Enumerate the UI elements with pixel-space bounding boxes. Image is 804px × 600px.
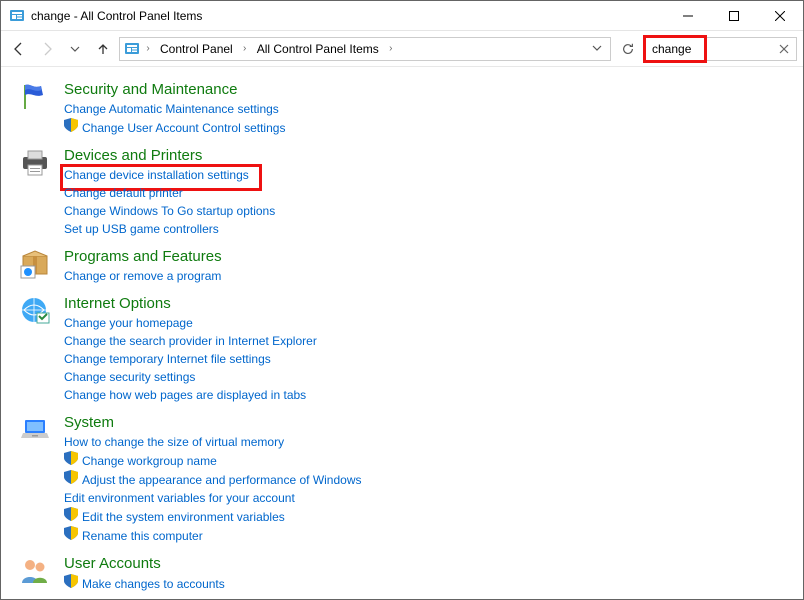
shield-icon — [64, 507, 78, 526]
result-link-label: Rename this computer — [82, 527, 203, 545]
result-link-label: How to change the size of virtual memory — [64, 433, 284, 451]
result-link[interactable]: Edit environment variables for your acco… — [64, 489, 362, 507]
result-link-label: Change device installation settings — [64, 166, 249, 184]
result-link-label: Change Automatic Maintenance settings — [64, 100, 279, 118]
address-icon — [124, 41, 140, 57]
category: Devices and Printers Change device instal… — [10, 147, 802, 238]
result-link[interactable]: Change your homepage — [64, 314, 317, 332]
result-link-label: Change how web pages are displayed in ta… — [64, 386, 306, 404]
globe-icon — [18, 295, 52, 327]
result-link-label: Change default printer — [64, 184, 183, 202]
category-title[interactable]: User Accounts — [64, 555, 225, 572]
forward-button[interactable] — [35, 37, 59, 61]
window-icon — [9, 8, 25, 24]
result-link[interactable]: Rename this computer — [64, 526, 362, 545]
result-link[interactable]: Set up USB game controllers — [64, 220, 275, 238]
result-link[interactable]: Change workgroup name — [64, 451, 362, 470]
printer-icon — [18, 147, 52, 179]
window-controls — [665, 1, 803, 30]
result-link-label: Change User Account Control settings — [82, 119, 285, 137]
result-link[interactable]: Edit the system environment variables — [64, 507, 362, 526]
chevron-right-icon[interactable]: › — [239, 43, 251, 54]
shield-icon — [64, 451, 78, 470]
refresh-button[interactable] — [615, 37, 641, 61]
result-link-label: Set up USB game controllers — [64, 220, 219, 238]
recent-dropdown[interactable] — [63, 37, 87, 61]
titlebar: change - All Control Panel Items — [1, 1, 803, 31]
shield-icon — [64, 526, 78, 545]
result-link[interactable]: Change Windows To Go startup options — [64, 202, 275, 220]
result-link[interactable]: Change User Account Control settings — [64, 118, 285, 137]
category-body: User Accounts Make changes to accounts — [52, 555, 225, 593]
category: Security and Maintenance Change Automatic… — [10, 81, 802, 137]
minimize-button[interactable] — [665, 1, 711, 30]
users-icon — [18, 555, 52, 587]
breadcrumb-item[interactable]: All Control Panel Items — [253, 42, 383, 56]
result-link-label: Change Windows To Go startup options — [64, 202, 275, 220]
result-link[interactable]: Change how web pages are displayed in ta… — [64, 386, 317, 404]
category-title[interactable]: Devices and Printers — [64, 147, 275, 164]
laptop-icon — [18, 414, 52, 446]
back-button[interactable] — [7, 37, 31, 61]
result-link[interactable]: Change security settings — [64, 368, 317, 386]
category-body: Devices and Printers Change device instal… — [52, 147, 275, 238]
shield-icon — [64, 118, 78, 137]
box-icon — [18, 248, 52, 280]
result-link[interactable]: Make changes to accounts — [64, 574, 225, 593]
category-body: Security and Maintenance Change Automatic… — [52, 81, 285, 137]
category: User Accounts Make changes to accounts — [10, 555, 802, 593]
category-title[interactable]: Security and Maintenance — [64, 81, 285, 98]
result-link-label: Change the search provider in Internet E… — [64, 332, 317, 350]
maximize-button[interactable] — [711, 1, 757, 30]
result-link-label: Change your homepage — [64, 314, 193, 332]
chevron-right-icon[interactable]: › — [142, 43, 154, 54]
chevron-right-icon[interactable]: › — [385, 43, 397, 54]
result-link[interactable]: Change or remove a program — [64, 267, 222, 285]
result-link[interactable]: Adjust the appearance and performance of… — [64, 470, 362, 489]
result-link-label: Change or remove a program — [64, 267, 221, 285]
result-link-label: Make changes to accounts — [82, 575, 225, 593]
result-link[interactable]: Change Automatic Maintenance settings — [64, 100, 285, 118]
result-link[interactable]: How to change the size of virtual memory — [64, 433, 362, 451]
window-title: change - All Control Panel Items — [31, 9, 665, 23]
category-title[interactable]: Programs and Features — [64, 248, 222, 265]
result-link[interactable]: Change device installation settings — [64, 166, 275, 184]
result-link-label: Edit environment variables for your acco… — [64, 489, 295, 507]
up-button[interactable] — [91, 37, 115, 61]
search-box-container — [645, 37, 797, 61]
result-link-label: Change workgroup name — [82, 452, 217, 470]
results-pane: Security and Maintenance Change Automatic… — [2, 69, 802, 598]
shield-icon — [64, 574, 78, 593]
category: Internet OptionsChange your homepageChan… — [10, 295, 802, 404]
shield-icon — [64, 470, 78, 489]
category: System How to change the size of virtual … — [10, 414, 802, 545]
category-body: System How to change the size of virtual … — [52, 414, 362, 545]
result-link[interactable]: Change default printer — [64, 184, 275, 202]
address-dropdown[interactable] — [588, 42, 606, 56]
breadcrumb-root[interactable]: Control Panel — [156, 42, 237, 56]
result-link[interactable]: Change temporary Internet file settings — [64, 350, 317, 368]
category: Programs and Features Change or remove a … — [10, 248, 802, 285]
flag-icon — [18, 81, 52, 113]
category-title[interactable]: Internet Options — [64, 295, 317, 312]
result-link[interactable]: Change the search provider in Internet E… — [64, 332, 317, 350]
result-link-label: Change security settings — [64, 368, 195, 386]
result-link-label: Edit the system environment variables — [82, 508, 285, 526]
category-title[interactable]: System — [64, 414, 362, 431]
close-button[interactable] — [757, 1, 803, 30]
address-bar[interactable]: › Control Panel › All Control Panel Item… — [119, 37, 611, 61]
result-link-label: Change temporary Internet file settings — [64, 350, 271, 368]
category-body: Programs and Features Change or remove a … — [52, 248, 222, 285]
result-link-label: Adjust the appearance and performance of… — [82, 471, 362, 489]
clear-search-button[interactable] — [775, 37, 793, 61]
toolbar: › Control Panel › All Control Panel Item… — [1, 31, 803, 67]
category-body: Internet OptionsChange your homepageChan… — [52, 295, 317, 404]
